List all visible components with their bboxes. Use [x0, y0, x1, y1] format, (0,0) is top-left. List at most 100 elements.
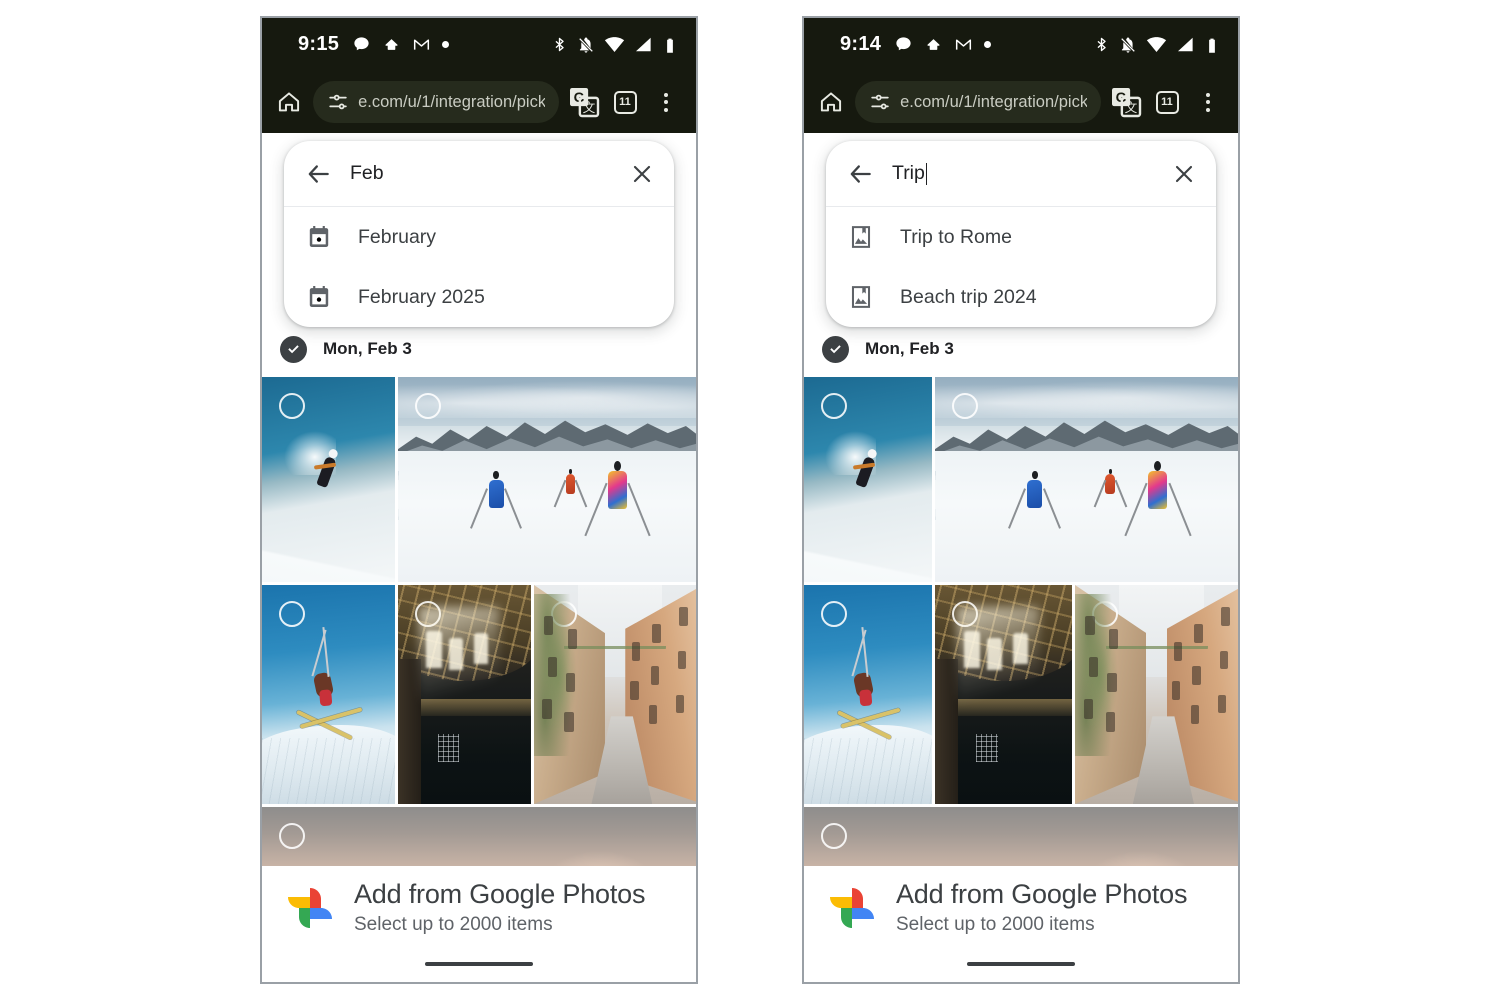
browser-toolbar: e.com/u/1/integration/picker/s G文 11: [262, 71, 696, 133]
date-section-header: Mon, Feb 3: [804, 321, 1238, 377]
web-page-content: Mon, Feb 3 Trip Trip to Rome Beach trip 202…: [804, 133, 1238, 982]
phone-frame-left: 9:15 e.com/u/1/integration/picker/s G文 11 Mo…: [260, 16, 698, 984]
cell-signal-icon: [634, 35, 653, 54]
android-status-bar: 9:15: [262, 18, 696, 71]
home-icon[interactable]: [274, 85, 304, 119]
gmail-icon: [954, 35, 973, 54]
search-input[interactable]: Trip: [892, 162, 1154, 185]
photo-select-checkbox[interactable]: [279, 823, 305, 849]
photo-basilica-interior[interactable]: [398, 585, 531, 804]
status-notification-icons: [352, 35, 450, 54]
notifications-muted-icon: [1119, 36, 1137, 54]
bottom-sheet-subtitle: Select up to 2000 items: [896, 914, 1095, 935]
google-photos-logo: [286, 884, 334, 932]
photo-ski-jump[interactable]: [262, 585, 395, 804]
status-system-icons: [1093, 34, 1220, 55]
bluetooth-icon: [1093, 36, 1110, 53]
gmail-icon: [412, 35, 431, 54]
bottom-sheet-subtitle: Select up to 2000 items: [354, 914, 553, 935]
home-gesture-bar[interactable]: [804, 946, 1238, 982]
screenshot-stage: 9:15 e.com/u/1/integration/picker/s G文 11 Mo…: [0, 0, 1500, 1000]
back-arrow-icon[interactable]: [306, 161, 332, 187]
home-icon[interactable]: [816, 85, 846, 119]
battery-icon: [1204, 37, 1220, 53]
status-clock: 9:14: [840, 33, 882, 55]
home-dome-icon: [382, 35, 401, 54]
overflow-menu-icon[interactable]: [650, 86, 682, 118]
search-suggestion-item[interactable]: Beach trip 2024: [826, 267, 1216, 327]
overflow-menu-icon[interactable]: [1192, 86, 1224, 118]
battery-icon: [662, 37, 678, 53]
tune-icon[interactable]: [327, 91, 349, 113]
back-arrow-icon[interactable]: [848, 161, 874, 187]
album-icon: [848, 224, 874, 250]
date-section-label: Mon, Feb 3: [323, 339, 412, 358]
address-bar[interactable]: e.com/u/1/integration/picker/s: [855, 81, 1101, 123]
search-suggestion-label: February: [358, 225, 437, 248]
address-bar[interactable]: e.com/u/1/integration/picker/s: [313, 81, 559, 123]
address-bar-url: e.com/u/1/integration/picker/s: [358, 92, 545, 111]
bottom-action-sheet[interactable]: Add from Google Photos Select up to 2000 …: [804, 866, 1238, 982]
search-overlay-card: Trip Trip to Rome Beach trip 2024: [826, 141, 1216, 327]
dot-icon: [442, 41, 450, 48]
photo-skier-slope[interactable]: [804, 377, 932, 582]
tab-switcher-button[interactable]: 11: [1151, 86, 1183, 118]
search-input-value: Feb: [350, 162, 384, 184]
calendar-icon: [306, 284, 332, 310]
bottom-sheet-title: Add from Google Photos: [354, 879, 646, 910]
photo-ski-panorama[interactable]: [935, 377, 1238, 582]
home-dome-icon: [924, 35, 943, 54]
google-translate-icon[interactable]: G文: [1110, 86, 1142, 118]
notifications-muted-icon: [577, 36, 595, 54]
check-circle-filled-icon[interactable]: [822, 335, 849, 363]
search-overlay-card: Feb February February 2025: [284, 141, 674, 327]
photo-ski-panorama[interactable]: [398, 377, 696, 582]
wifi-icon: [1146, 34, 1167, 55]
search-input[interactable]: Feb: [350, 162, 612, 185]
photo-select-checkbox[interactable]: [415, 393, 441, 419]
check-circle-filled-icon[interactable]: [280, 335, 307, 363]
date-section-header: Mon, Feb 3: [262, 321, 696, 377]
cell-signal-icon: [1176, 35, 1195, 54]
search-input-row: Trip: [826, 141, 1216, 207]
home-gesture-bar[interactable]: [262, 946, 696, 982]
photo-select-checkbox[interactable]: [279, 393, 305, 419]
photo-rome-street[interactable]: [534, 585, 696, 804]
bluetooth-icon: [551, 36, 568, 53]
bottom-action-sheet[interactable]: Add from Google Photos Select up to 2000 …: [262, 866, 696, 982]
android-status-bar: 9:14: [804, 18, 1238, 71]
web-page-content: Mon, Feb 3 Feb February February 2025 Add fr…: [262, 133, 696, 982]
photo-rome-street[interactable]: [1075, 585, 1238, 804]
photo-select-checkbox[interactable]: [821, 393, 847, 419]
dot-icon: [984, 41, 992, 48]
photo-grid-row: [804, 377, 1238, 582]
photo-select-checkbox[interactable]: [821, 601, 847, 627]
google-translate-icon[interactable]: G文: [568, 86, 600, 118]
photo-ski-jump[interactable]: [804, 585, 932, 804]
search-input-value: Trip: [892, 162, 925, 184]
chat-bubble-icon: [894, 35, 913, 54]
photo-select-checkbox[interactable]: [952, 393, 978, 419]
search-suggestion-item[interactable]: February 2025: [284, 267, 674, 327]
photo-select-checkbox[interactable]: [821, 823, 847, 849]
google-photos-logo: [828, 884, 876, 932]
wifi-icon: [604, 34, 625, 55]
calendar-icon: [306, 224, 332, 250]
photo-grid-row: [804, 585, 1238, 804]
date-section-label: Mon, Feb 3: [865, 339, 954, 358]
search-suggestion-item[interactable]: Trip to Rome: [826, 207, 1216, 267]
photo-select-checkbox[interactable]: [279, 601, 305, 627]
photo-skier-slope[interactable]: [262, 377, 395, 582]
close-icon[interactable]: [630, 162, 654, 186]
bottom-sheet-title: Add from Google Photos: [896, 879, 1188, 910]
svg-text:文: 文: [1125, 101, 1138, 115]
photo-basilica-interior[interactable]: [935, 585, 1072, 804]
address-bar-url: e.com/u/1/integration/picker/s: [900, 92, 1087, 111]
search-suggestion-item[interactable]: February: [284, 207, 674, 267]
tab-switcher-button[interactable]: 11: [609, 86, 641, 118]
tune-icon[interactable]: [869, 91, 891, 113]
search-input-row: Feb: [284, 141, 674, 207]
close-icon[interactable]: [1172, 162, 1196, 186]
tab-count: 11: [613, 90, 637, 114]
status-clock: 9:15: [298, 33, 340, 55]
